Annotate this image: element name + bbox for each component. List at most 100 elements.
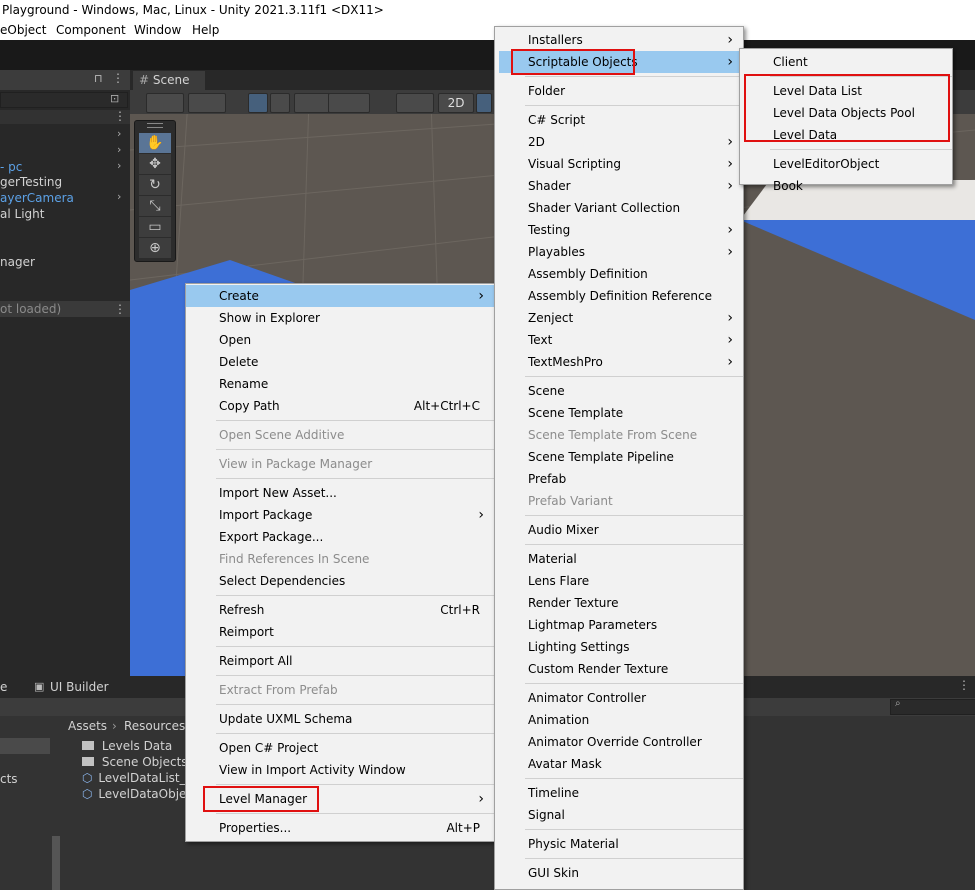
lighting-dropdown[interactable] [396, 93, 434, 113]
create-menu-item-material[interactable]: Material [495, 548, 743, 570]
context-menu-item-import-new-asset[interactable]: Import New Asset... [186, 482, 494, 504]
rect-tool-icon[interactable]: ▭ [139, 217, 171, 237]
menu-gameobject[interactable]: eObject [0, 20, 46, 40]
context-menu-item-select-dependencies[interactable]: Select Dependencies [186, 570, 494, 592]
create-menu-item-playables[interactable]: Playables › [495, 241, 743, 263]
scene-header-row[interactable]: ⋮ [0, 109, 130, 124]
breadcrumb-resources[interactable]: Resources [124, 719, 185, 733]
create-menu-item-folder[interactable]: Folder [495, 80, 743, 102]
create-menu-item-animation[interactable]: Animation [495, 709, 743, 731]
move-tool-icon[interactable]: ✥ [139, 154, 171, 174]
create-menu-item-testing[interactable]: Testing › [495, 219, 743, 241]
context-menu-item-open[interactable]: Open [186, 329, 494, 351]
create-menu-item-timeline[interactable]: Timeline [495, 782, 743, 804]
menu-component[interactable]: Component [56, 20, 126, 40]
context-menu-item-reimport[interactable]: Reimport [186, 621, 494, 643]
project-search-input[interactable]: ⌕ [890, 698, 975, 715]
create-menu-item-custom-render-texture[interactable]: Custom Render Texture [495, 658, 743, 680]
context-menu-item-copy-path[interactable]: Copy Path Alt+Ctrl+C [186, 395, 494, 417]
context-menu-item-create[interactable]: Create › [186, 285, 494, 307]
context-menu-item-delete[interactable]: Delete [186, 351, 494, 373]
create-menu-item-render-texture[interactable]: Render Texture [495, 592, 743, 614]
2d-toggle-button[interactable]: 2D [438, 93, 474, 113]
create-menu-item-lighting-settings[interactable]: Lighting Settings [495, 636, 743, 658]
create-menu-item-animator-controller[interactable]: Animator Controller [495, 687, 743, 709]
transform-tool-icon[interactable]: ⊕ [139, 238, 171, 258]
scene-options-icon[interactable]: ⋮ [114, 301, 126, 317]
hierarchy-item-manager[interactable]: nager [0, 254, 130, 270]
render-mode-dropdown[interactable] [188, 93, 226, 113]
expand-arrow-icon[interactable]: › [117, 127, 121, 140]
hand-tool-icon[interactable]: ✋ [139, 133, 171, 153]
context-menu-item-show-in-explorer[interactable]: Show in Explorer [186, 307, 494, 329]
draw-mode-dropdown[interactable] [146, 93, 184, 113]
create-menu-item-assembly-definition-reference[interactable]: Assembly Definition Reference [495, 285, 743, 307]
breadcrumb-assets[interactable]: Assets [68, 719, 107, 733]
scriptable-menu-item-book[interactable]: Book [740, 175, 952, 197]
context-menu-item-reimport-all[interactable]: Reimport All [186, 650, 494, 672]
context-menu-item-view-in-import-activity-window[interactable]: View in Import Activity Window [186, 759, 494, 781]
create-menu-item-shader-variant-collection[interactable]: Shader Variant Collection [495, 197, 743, 219]
audio-toggle-button[interactable] [476, 93, 492, 113]
folder-tree-item[interactable]: cts [0, 772, 18, 786]
expand-arrow-icon[interactable]: › [117, 159, 121, 172]
create-menu-item-2d[interactable]: 2D › [495, 131, 743, 153]
create-menu-item-animator-override-controller[interactable]: Animator Override Controller [495, 731, 743, 753]
hierarchy-item-pc[interactable]: - pc [0, 159, 130, 175]
hierarchy-item-light[interactable]: al Light [0, 206, 130, 222]
expand-arrow-icon[interactable]: › [117, 190, 121, 203]
context-menu-item-rename[interactable]: Rename [186, 373, 494, 395]
grid-snap-button[interactable] [248, 93, 268, 113]
create-menu-item-c-script[interactable]: C# Script [495, 109, 743, 131]
context-menu-item-update-uxml-schema[interactable]: Update UXML Schema [186, 708, 494, 730]
context-menu-item-refresh[interactable]: Refresh Ctrl+R [186, 599, 494, 621]
create-menu-item-visual-scripting[interactable]: Visual Scripting › [495, 153, 743, 175]
snap-settings-dropdown[interactable] [328, 93, 370, 113]
menu-help[interactable]: Help [192, 20, 219, 40]
scene-more-icon[interactable]: ⋮ [114, 109, 126, 123]
create-menu-item-text[interactable]: Text › [495, 329, 743, 351]
tab-scene[interactable]: # Scene [133, 71, 205, 90]
create-menu-item-scene-template[interactable]: Scene Template [495, 402, 743, 424]
hierarchy-item-unloaded-scene[interactable]: ot loaded) ⋮ [0, 301, 130, 317]
folder-tree-selected-row[interactable] [0, 738, 50, 754]
asset-item-scene-objects[interactable]: Scene Objects [82, 754, 188, 770]
create-menu-item-scene[interactable]: Scene [495, 380, 743, 402]
panel-options-icon[interactable]: ⋮ [958, 678, 970, 692]
context-menu-item-properties[interactable]: Properties... Alt+P [186, 817, 494, 839]
create-menu-item-avatar-mask[interactable]: Avatar Mask [495, 753, 743, 775]
tab-partial[interactable]: e [0, 680, 7, 694]
create-menu-item-audio-mixer[interactable]: Audio Mixer [495, 519, 743, 541]
create-menu-item-zenject[interactable]: Zenject › [495, 307, 743, 329]
increment-snap-dropdown[interactable] [294, 93, 330, 113]
search-filter-icon[interactable]: ⊡ [110, 92, 119, 105]
scale-tool-icon[interactable]: ⤡ [139, 196, 171, 216]
hierarchy-search-input[interactable] [0, 92, 128, 108]
create-menu-item-scene-template-pipeline[interactable]: Scene Template Pipeline [495, 446, 743, 468]
rotate-tool-icon[interactable]: ↻ [139, 175, 171, 195]
grid-snap-dropdown[interactable] [270, 93, 290, 113]
scriptable-menu-item-leveleditorobject[interactable]: LevelEditorObject [740, 153, 952, 175]
scriptable-menu-item-client[interactable]: Client [740, 51, 952, 73]
create-menu-item-textmeshpro[interactable]: TextMeshPro › [495, 351, 743, 373]
context-menu-item-export-package[interactable]: Export Package... [186, 526, 494, 548]
create-menu-item-installers[interactable]: Installers › [495, 29, 743, 51]
tab-ui-builder[interactable]: UI Builder [50, 680, 109, 694]
lock-icon[interactable]: ⊓ [94, 72, 103, 85]
asset-item-level-data-objects[interactable]: ⬡ LevelDataObjec [82, 786, 193, 802]
menu-window[interactable]: Window [134, 20, 181, 40]
create-menu-item-signal[interactable]: Signal [495, 804, 743, 826]
hierarchy-item-testing[interactable]: gerTesting [0, 174, 130, 190]
create-menu-item-lightmap-parameters[interactable]: Lightmap Parameters [495, 614, 743, 636]
expand-arrow-icon[interactable]: › [117, 143, 121, 156]
create-menu-item-gui-skin[interactable]: GUI Skin [495, 862, 743, 884]
context-menu-item-open-c-project[interactable]: Open C# Project [186, 737, 494, 759]
create-menu-item-lens-flare[interactable]: Lens Flare [495, 570, 743, 592]
create-menu-item-prefab[interactable]: Prefab [495, 468, 743, 490]
more-options-icon[interactable]: ⋮ [112, 71, 124, 85]
context-menu-item-import-package[interactable]: Import Package › [186, 504, 494, 526]
hierarchy-item-camera[interactable]: ayerCamera [0, 190, 130, 206]
asset-item-levels-data[interactable]: Levels Data [82, 738, 172, 754]
drag-handle-icon[interactable] [147, 123, 163, 128]
create-menu-item-physic-material[interactable]: Physic Material [495, 833, 743, 855]
